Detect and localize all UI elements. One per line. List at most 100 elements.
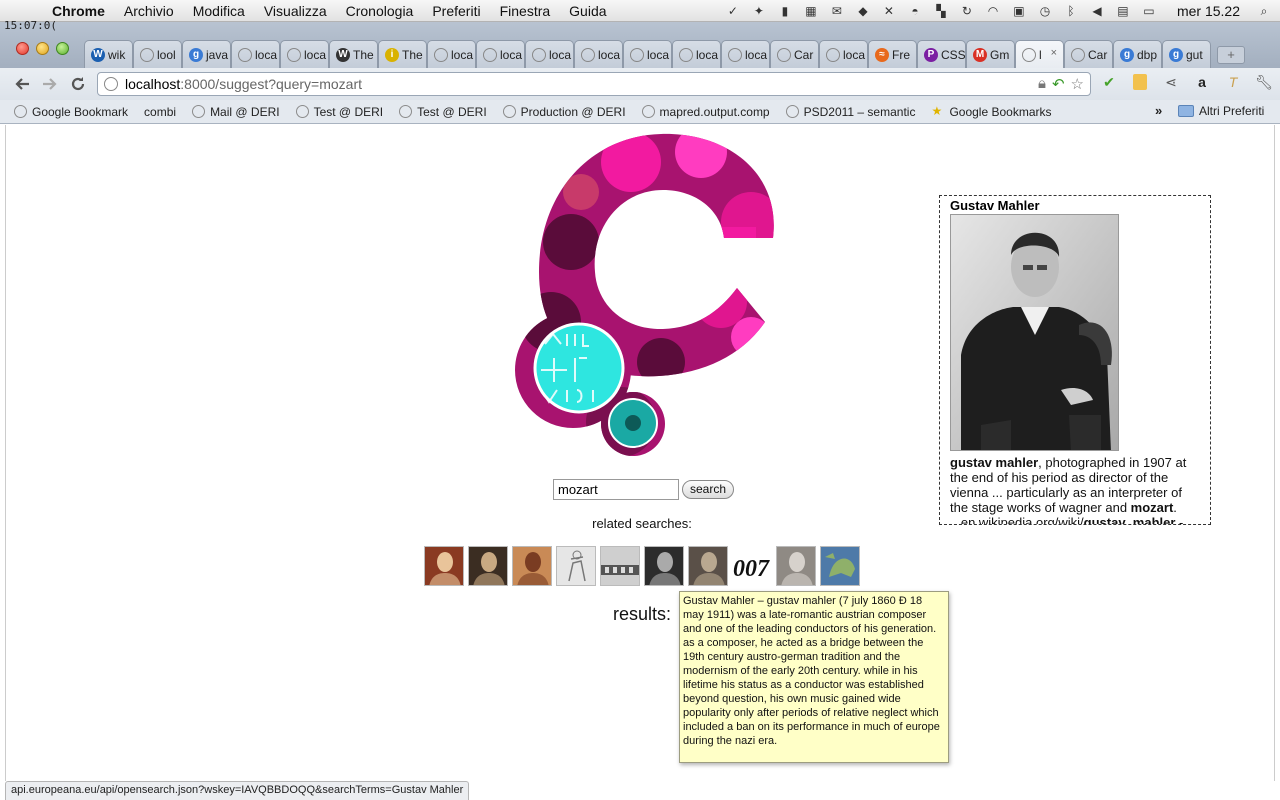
evernote-icon[interactable]: ✓ <box>725 3 741 19</box>
tab-18[interactable]: M Gm <box>966 40 1015 68</box>
tab-9[interactable]: loca <box>525 40 574 68</box>
menu-app-chrome[interactable]: Chrome <box>52 3 105 19</box>
tab-7[interactable]: loca <box>427 40 476 68</box>
tab-13[interactable]: loca <box>721 40 770 68</box>
amazon-icon[interactable]: a <box>1193 73 1211 91</box>
share-icon[interactable]: ⋖ <box>1162 73 1180 91</box>
europeana-logo[interactable] <box>511 132 786 457</box>
lock-icon[interactable]: 🔒︎ <box>1038 75 1046 93</box>
bookmark-item[interactable]: Mail @ DERI <box>192 105 280 119</box>
mahler-portrait-photo[interactable] <box>950 214 1119 451</box>
bookmark-item[interactable]: ★ Google Bookmarks <box>931 105 1051 119</box>
wrench-icon[interactable]: 🔧︎ <box>1255 73 1273 91</box>
tab-3[interactable]: loca <box>231 40 280 68</box>
tab-12[interactable]: loca <box>672 40 721 68</box>
volume-icon[interactable]: ◀ <box>1089 3 1105 19</box>
thumb-bw-man[interactable] <box>644 546 684 586</box>
bookmarks-overflow-button[interactable]: » <box>1155 103 1162 118</box>
lock-icon[interactable]: ▣ <box>1011 3 1027 19</box>
wifi-icon[interactable]: ◠ <box>985 3 1001 19</box>
zoom-window-button[interactable] <box>56 42 69 55</box>
tab-20[interactable]: Car <box>1064 40 1113 68</box>
thumb-europe-map[interactable] <box>820 546 860 586</box>
bookmark-item[interactable]: Test @ DERI <box>399 105 487 119</box>
time-machine-icon[interactable]: ◷ <box>1037 3 1053 19</box>
undo-arrow-icon[interactable]: ↶ <box>1052 75 1065 93</box>
menu-visualizza[interactable]: Visualizza <box>264 3 327 19</box>
tab-10[interactable]: loca <box>574 40 623 68</box>
tab-21[interactable]: g dbp <box>1113 40 1162 68</box>
spaces-icon[interactable]: ▚ <box>933 3 949 19</box>
globe-icon <box>295 105 309 118</box>
tab-close-icon[interactable]: × <box>1051 47 1057 59</box>
tab-1[interactable]: lool <box>133 40 182 68</box>
thumb-bach-portrait[interactable] <box>468 546 508 586</box>
tab-5[interactable]: W The <box>329 40 378 68</box>
tab-15[interactable]: loca <box>819 40 868 68</box>
bookmark-item[interactable]: PSD2011 – semantic <box>785 105 915 119</box>
bookmark-item[interactable]: combi <box>5 105 176 238</box>
menu-archivio[interactable]: Archivio <box>124 3 174 19</box>
minimize-window-button[interactable] <box>36 42 49 55</box>
thumb-round-portrait[interactable] <box>688 546 728 586</box>
tab-4[interactable]: loca <box>280 40 329 68</box>
checkmark-icon[interactable]: ✔ <box>1100 73 1118 91</box>
calendar-icon[interactable]: ▦ <box>803 3 819 19</box>
related-searches-thumbnails: 007 <box>424 546 860 586</box>
menu-modifica[interactable]: Modifica <box>193 3 245 19</box>
thumb-007-logo[interactable]: 007 <box>732 546 772 586</box>
forward-button[interactable] <box>37 71 63 97</box>
bluetooth-cross-icon[interactable]: ✕ <box>881 3 897 19</box>
tab-11[interactable]: loca <box>623 40 672 68</box>
tab-14[interactable]: Car <box>770 40 819 68</box>
battery-icon[interactable]: ▭ <box>1141 3 1157 19</box>
tab-0[interactable]: Wwik <box>84 40 133 68</box>
spotlight-icon[interactable]: ⌕ <box>1256 3 1272 19</box>
note-icon[interactable] <box>1131 73 1149 91</box>
tab-2[interactable]: g java <box>182 40 231 68</box>
bluetooth-icon[interactable]: ᛒ <box>1063 3 1079 19</box>
address-bar[interactable]: localhost:8000/suggest?query=mozart 🔒︎ ↶… <box>97 72 1091 96</box>
bookmark-item[interactable]: Google Bookmark <box>14 105 128 119</box>
snippet-term-mozart: mozart <box>1130 500 1174 515</box>
sync-icon[interactable]: ↻ <box>959 3 975 19</box>
star-icon[interactable]: ☆ <box>1071 75 1084 93</box>
new-tab-button[interactable]: + <box>1217 46 1245 64</box>
flag-pro-icon[interactable]: ▤ <box>1115 3 1131 19</box>
tab-16[interactable]: ≈ Fre <box>868 40 917 68</box>
dropbox-icon[interactable]: ◆ <box>855 3 871 19</box>
menu-guida[interactable]: Guida <box>569 3 606 19</box>
bookmark-label: Test @ DERI <box>313 104 384 119</box>
menu-preferiti[interactable]: Preferiti <box>432 3 480 19</box>
thumb-sketch[interactable] <box>556 546 596 586</box>
thumb-building-photo[interactable] <box>600 546 640 586</box>
tab-22[interactable]: g gut <box>1162 40 1211 68</box>
bookmark-item[interactable]: Test @ DERI <box>295 104 384 119</box>
menu-finestra[interactable]: Finestra <box>500 3 551 19</box>
globe-icon <box>502 105 516 118</box>
bookmark-item[interactable]: mapred.output.comp <box>641 105 770 119</box>
thumb-old-man-photo[interactable] <box>776 546 816 586</box>
thumb-painting-framed[interactable] <box>512 546 552 586</box>
green-app-icon[interactable]: ▮ <box>777 3 793 19</box>
thumb-mozart-portrait[interactable] <box>424 546 464 586</box>
hat-icon[interactable]: ◓ <box>907 3 923 19</box>
back-button[interactable] <box>9 71 35 97</box>
reload-button[interactable] <box>65 71 91 97</box>
bookmark-item[interactable]: Production @ DERI <box>502 105 626 119</box>
other-bookmarks-folder[interactable]: Altri Preferiti <box>1178 104 1264 118</box>
tab-8[interactable]: loca <box>476 40 525 68</box>
tab-17[interactable]: P CSS <box>917 40 966 68</box>
menu-cronologia[interactable]: Cronologia <box>346 3 414 19</box>
font-icon[interactable]: T <box>1224 73 1242 91</box>
mail-icon[interactable]: ✉ <box>829 3 845 19</box>
search-input[interactable]: mozart <box>553 479 679 500</box>
menubar-clock[interactable]: mer 15.22 <box>1177 3 1240 19</box>
tab-6[interactable]: i The <box>378 40 427 68</box>
close-window-button[interactable] <box>16 42 29 55</box>
search-button[interactable]: search <box>682 480 734 499</box>
info-box-source-link[interactable]: ...en.wikipedia.org/wiki/gustav_mahler - <box>950 515 1200 524</box>
tab-19[interactable]: l × <box>1015 40 1064 68</box>
folder-icon <box>1178 105 1194 117</box>
twitter-icon[interactable]: ✦ <box>751 3 767 19</box>
